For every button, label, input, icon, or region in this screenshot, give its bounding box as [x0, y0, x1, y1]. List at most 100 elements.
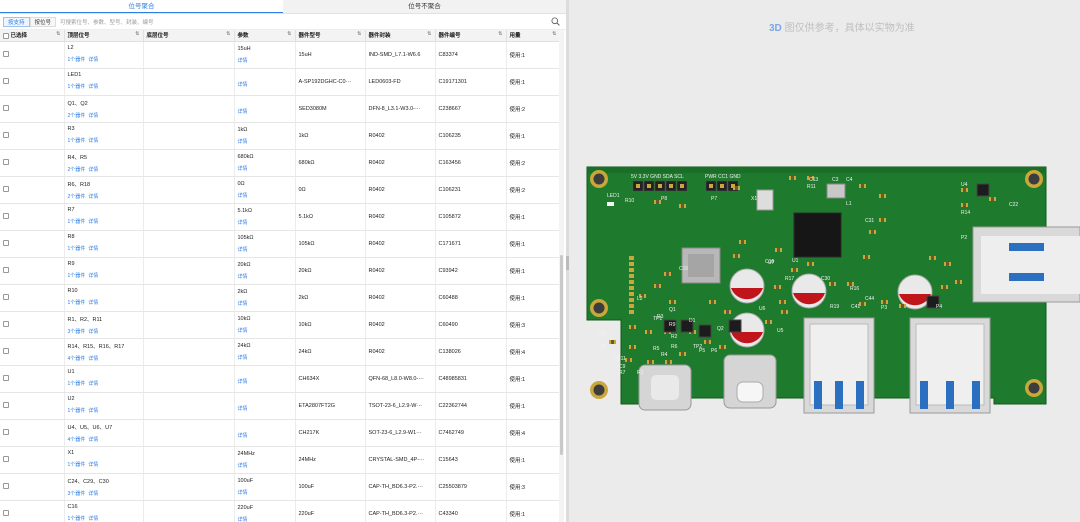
component-count-link[interactable]: 1个器件 [68, 84, 86, 90]
param-detail-link[interactable]: 详情 [238, 517, 248, 522]
detail-link[interactable]: 详情 [88, 329, 98, 335]
row-select-cell[interactable] [0, 500, 65, 522]
table-row[interactable]: C24、C29、C30 3个器件 详情 100uF 详情 100uF CAP-TH_BD6.… [0, 473, 561, 501]
row-select-cell[interactable] [0, 392, 65, 420]
table-row[interactable]: X1 1个器件 详情 24MHz 详情 24MHz CRYSTAL-SMD_4P-··· C1… [0, 446, 561, 474]
component-count-link[interactable]: 1个器件 [68, 408, 86, 414]
component-count-link[interactable]: 3个器件 [68, 491, 86, 497]
table-row[interactable]: R6、R18 2个器件 详情 0Ω 详情 0Ω R0402 C106231 使用:2 [0, 176, 561, 204]
table-row[interactable]: R7 1个器件 详情 5.1kΩ 详情 5.1kΩ R0402 C105872 使用:1 [0, 203, 561, 231]
table-row[interactable]: R14、R15、R16、R17 4个器件 详情 24kΩ 详情 24kΩ R0402 C138… [0, 338, 561, 366]
row-checkbox[interactable] [3, 321, 9, 328]
row-checkbox[interactable] [3, 132, 9, 139]
row-checkbox[interactable] [3, 294, 9, 301]
component-count-link[interactable]: 3个器件 [68, 329, 86, 335]
param-detail-link[interactable]: 详情 [238, 166, 248, 172]
tab-designator-ungrouped[interactable]: 位号不聚合 [283, 0, 566, 13]
table-row[interactable]: R4、R5 2个器件 详情 680kΩ 详情 680kΩ R0402 C163456 使用:2 [0, 149, 561, 177]
param-detail-link[interactable]: 详情 [238, 328, 248, 334]
detail-link[interactable]: 详情 [88, 84, 98, 90]
detail-link[interactable]: 详情 [88, 462, 98, 468]
search-input[interactable]: 可搜索位号、参数、型号、封装、编号 [60, 18, 563, 26]
row-checkbox[interactable] [3, 456, 9, 463]
param-detail-link[interactable]: 详情 [238, 139, 248, 145]
search-icon[interactable] [551, 17, 560, 26]
row-select-cell[interactable] [0, 473, 65, 501]
component-count-link[interactable]: 2个器件 [68, 113, 86, 119]
detail-link[interactable]: 详情 [88, 273, 98, 279]
param-detail-link[interactable]: 详情 [238, 301, 248, 307]
component-count-link[interactable]: 4个器件 [68, 356, 86, 362]
row-checkbox[interactable] [3, 213, 9, 220]
component-count-link[interactable]: 1个器件 [68, 246, 86, 252]
detail-link[interactable]: 详情 [88, 356, 98, 362]
row-checkbox[interactable] [3, 510, 9, 517]
detail-link[interactable]: 详情 [88, 381, 98, 387]
component-count-link[interactable]: 2个器件 [68, 194, 86, 200]
table-row[interactable]: C16 1个器件 详情 220uF 详情 220uF CAP-TH_BD6.3-P2.···… [0, 500, 561, 522]
row-select-cell[interactable] [0, 122, 65, 150]
row-checkbox[interactable] [3, 429, 9, 436]
component-count-link[interactable]: 1个器件 [68, 516, 86, 522]
detail-link[interactable]: 详情 [88, 491, 98, 497]
param-detail-link[interactable]: 详情 [238, 220, 248, 226]
table-row[interactable]: R1、R2、R11 3个器件 详情 10kΩ 详情 10kΩ R0402 C60490 使用:3 [0, 311, 561, 339]
table-row[interactable]: R9 1个器件 详情 20kΩ 详情 20kΩ R0402 C93942 使用:1 [0, 257, 561, 285]
select-all-checkbox[interactable] [3, 32, 9, 39]
row-select-cell[interactable] [0, 230, 65, 258]
detail-link[interactable]: 详情 [88, 516, 98, 522]
component-count-link[interactable]: 1个器件 [68, 273, 86, 279]
col-qty[interactable]: 用量 ⇅ [506, 30, 561, 42]
row-checkbox[interactable] [3, 348, 9, 355]
row-checkbox[interactable] [3, 186, 9, 193]
component-count-link[interactable]: 2个器件 [68, 167, 86, 173]
component-count-link[interactable]: 1个器件 [68, 300, 86, 306]
row-select-cell[interactable] [0, 149, 65, 177]
detail-link[interactable]: 详情 [88, 138, 98, 144]
param-detail-link[interactable]: 详情 [238, 355, 248, 361]
component-count-link[interactable]: 1个器件 [68, 462, 86, 468]
row-select-cell[interactable] [0, 419, 65, 447]
component-count-link[interactable]: 4个器件 [68, 437, 86, 443]
row-checkbox[interactable] [3, 267, 9, 274]
param-detail-link[interactable]: 详情 [238, 433, 248, 439]
table-row[interactable]: U2 1个器件 详情 详情 ETA2807FT2G TSOT-23-6_L2.9-W···… [0, 392, 561, 420]
table-row[interactable]: L2 1个器件 详情 15uH 详情 15uH IND-SMD_L7.1-W6.6 C8337… [0, 41, 561, 69]
param-detail-link[interactable]: 详情 [238, 463, 248, 469]
row-checkbox[interactable] [3, 483, 9, 490]
table-row[interactable]: R3 1个器件 详情 1kΩ 详情 1kΩ R0402 C106235 使用:1 [0, 122, 561, 150]
row-checkbox[interactable] [3, 159, 9, 166]
col-param[interactable]: 参数 ⇅ [234, 30, 296, 42]
row-select-cell[interactable] [0, 95, 65, 123]
detail-link[interactable]: 详情 [88, 113, 98, 119]
row-checkbox[interactable] [3, 402, 9, 409]
tab-designator-grouped[interactable]: 位号聚合 [0, 0, 283, 13]
filter-designator-button[interactable]: 按位号 [29, 16, 57, 27]
param-detail-link[interactable]: 详情 [238, 82, 248, 88]
row-checkbox[interactable] [3, 375, 9, 382]
component-count-link[interactable]: 1个器件 [68, 381, 86, 387]
component-count-link[interactable]: 1个器件 [68, 138, 86, 144]
row-select-cell[interactable] [0, 257, 65, 285]
detail-link[interactable]: 详情 [88, 437, 98, 443]
table-row[interactable]: R10 1个器件 详情 2kΩ 详情 2kΩ R0402 C60488 使用:1 [0, 284, 561, 312]
detail-link[interactable]: 详情 [88, 219, 98, 225]
row-select-cell[interactable] [0, 176, 65, 204]
col-bottom-designator[interactable]: 底层位号 ⇅ [143, 30, 235, 42]
row-select-cell[interactable] [0, 284, 65, 312]
param-detail-link[interactable]: 详情 [238, 274, 248, 280]
row-select-cell[interactable] [0, 365, 65, 393]
row-select-cell[interactable] [0, 203, 65, 231]
param-detail-link[interactable]: 详情 [238, 193, 248, 199]
component-count-link[interactable]: 1个器件 [68, 57, 86, 63]
row-select-cell[interactable] [0, 338, 65, 366]
col-package[interactable]: 器件封装 ⇅ [365, 30, 436, 42]
row-checkbox[interactable] [3, 51, 9, 58]
scrollbar-thumb[interactable] [560, 255, 563, 455]
detail-link[interactable]: 详情 [88, 300, 98, 306]
row-checkbox[interactable] [3, 105, 9, 112]
param-detail-link[interactable]: 详情 [238, 406, 248, 412]
row-checkbox[interactable] [3, 240, 9, 247]
row-select-cell[interactable] [0, 311, 65, 339]
col-selected[interactable]: 已选择 ⇅ [0, 30, 65, 42]
